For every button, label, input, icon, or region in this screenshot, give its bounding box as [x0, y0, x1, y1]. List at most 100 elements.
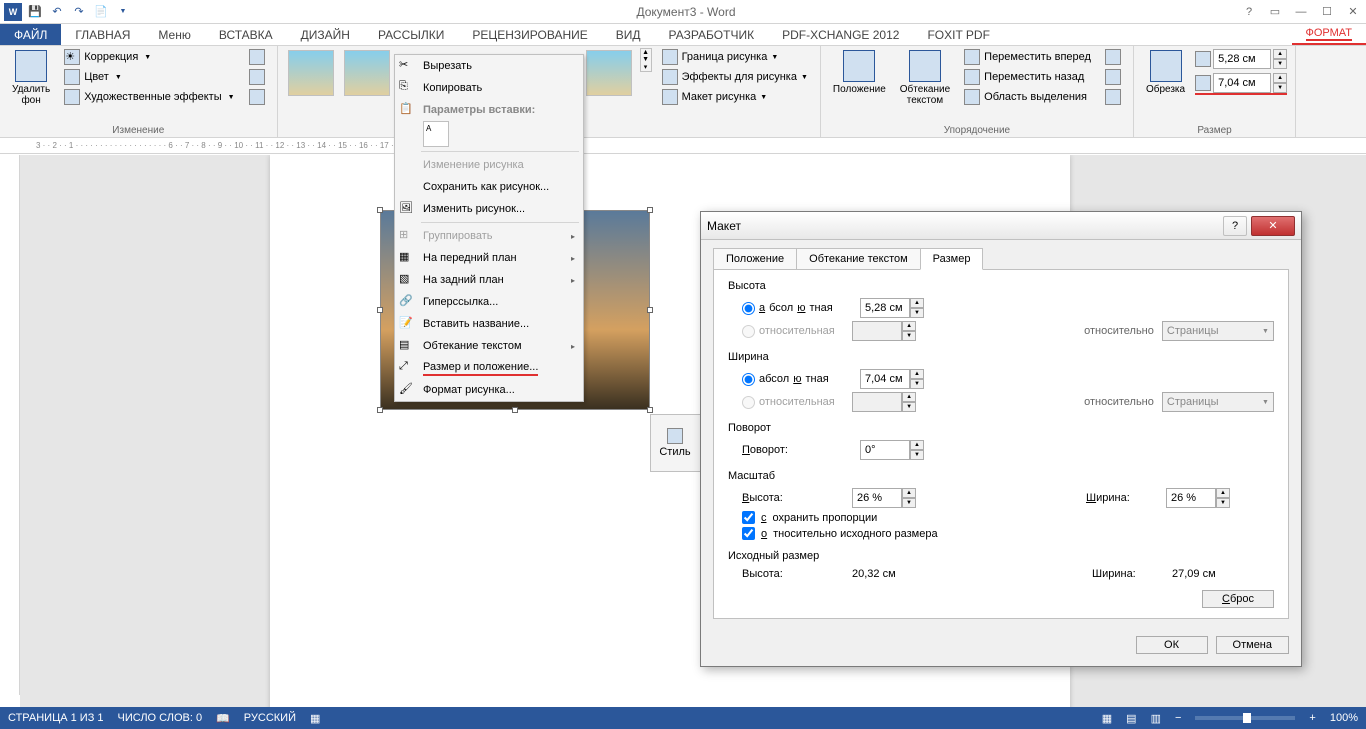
dlg-tab-position[interactable]: Положение	[713, 248, 797, 270]
compress-button[interactable]	[245, 48, 269, 66]
spin-up-icon[interactable]: ▲	[1273, 73, 1287, 83]
new-doc-icon[interactable]: 📄	[92, 3, 110, 21]
height-relative-radio[interactable]: относительная	[742, 325, 844, 338]
ctx-change-picture[interactable]: 🖼Изменить рисунок...	[395, 198, 583, 220]
ribbon-options-icon[interactable]: ▭	[1266, 3, 1284, 21]
width-absolute-radio[interactable]: абсолютная	[742, 373, 852, 386]
zoom-in-button[interactable]: +	[1309, 712, 1315, 724]
picture-layout-button[interactable]: Макет рисунка▼	[658, 88, 812, 106]
tab-review[interactable]: РЕЦЕНЗИРОВАНИЕ	[458, 24, 601, 45]
scale-h-input[interactable]	[852, 488, 902, 508]
zoom-level[interactable]: 100%	[1330, 712, 1358, 724]
status-page[interactable]: СТРАНИЦА 1 ИЗ 1	[8, 712, 104, 724]
dialog-help-button[interactable]: ?	[1223, 216, 1247, 236]
height-absolute-radio[interactable]: абсолютная	[742, 302, 852, 315]
scale-w-input[interactable]	[1166, 488, 1216, 508]
paste-option-1[interactable]: A	[423, 121, 449, 147]
tab-view[interactable]: ВИД	[602, 24, 655, 45]
reset-button[interactable]: Сброс	[1202, 590, 1274, 608]
picture-border-button[interactable]: Граница рисунка▼	[658, 48, 812, 66]
ctx-format-picture[interactable]: 🖌Формат рисунка...	[395, 379, 583, 401]
tab-home[interactable]: ГЛАВНАЯ	[61, 24, 144, 45]
color-button[interactable]: Цвет▼	[60, 68, 238, 86]
dlg-tab-size[interactable]: Размер	[920, 248, 984, 270]
rel-original-check[interactable]: относительно исходного размера	[742, 527, 1274, 540]
align-button[interactable]	[1101, 48, 1125, 66]
ctx-save-as-picture[interactable]: Сохранить как рисунок...	[395, 176, 583, 198]
position-button[interactable]: Положение	[829, 48, 890, 97]
tab-pdfx[interactable]: PDF-XChange 2012	[768, 24, 913, 45]
height-abs-input[interactable]	[860, 298, 910, 318]
width-abs-input[interactable]	[860, 369, 910, 389]
width-spinner[interactable]: ▲▼	[1195, 73, 1287, 95]
ctx-hyperlink[interactable]: 🔗Гиперссылка...	[395, 291, 583, 313]
view-web-icon[interactable]: ▥	[1151, 712, 1161, 725]
bring-forward-button[interactable]: Переместить вперед	[960, 48, 1095, 66]
status-lang[interactable]: РУССКИЙ	[244, 712, 296, 724]
group-button[interactable]	[1101, 68, 1125, 86]
spin-down-icon[interactable]: ▼	[1273, 59, 1287, 69]
height-spinner[interactable]: ▲▼	[1195, 49, 1287, 69]
tab-mailings[interactable]: РАССЫЛКИ	[364, 24, 458, 45]
selection-pane-button[interactable]: Область выделения	[960, 88, 1095, 106]
reset-pic-button[interactable]	[245, 88, 269, 106]
width-input[interactable]	[1213, 73, 1271, 93]
width-relative-radio[interactable]: относительная	[742, 396, 844, 409]
ctx-send-back[interactable]: ▧На задний план▸	[395, 269, 583, 291]
help-icon[interactable]: ?	[1240, 3, 1258, 21]
zoom-out-button[interactable]: −	[1175, 712, 1181, 724]
dialog-close-button[interactable]: ✕	[1251, 216, 1295, 236]
ctx-wrap-text[interactable]: ▤Обтекание текстом▸	[395, 335, 583, 357]
status-words[interactable]: ЧИСЛО СЛОВ: 0	[118, 712, 203, 724]
maximize-icon[interactable]: ☐	[1318, 3, 1336, 21]
ctx-insert-caption[interactable]: 📝Вставить название...	[395, 313, 583, 335]
redo-icon[interactable]: ↷	[70, 3, 88, 21]
minimize-icon[interactable]: —	[1292, 3, 1310, 21]
tab-insert[interactable]: ВСТАВКА	[205, 24, 287, 45]
ctx-bring-front[interactable]: ▦На передний план▸	[395, 247, 583, 269]
rotate-button[interactable]	[1101, 88, 1125, 106]
rotation-input[interactable]	[860, 440, 910, 460]
dialog-titlebar[interactable]: Макет ? ✕	[701, 212, 1301, 240]
dlg-tab-wrap[interactable]: Обтекание текстом	[796, 248, 921, 270]
corrections-button[interactable]: ☀Коррекция▼	[60, 48, 238, 66]
dialog-body: Высота абсолютная ▲▼ относительная ▲▼ от…	[713, 269, 1289, 619]
tab-format[interactable]: ФОРМАТ	[1292, 24, 1366, 45]
qat-dropdown-icon[interactable]: ▼	[114, 3, 132, 21]
spin-up-icon[interactable]: ▲	[1273, 49, 1287, 59]
view-read-icon[interactable]: ▤	[1126, 712, 1136, 725]
ok-button[interactable]: ОК	[1136, 636, 1208, 654]
spin-down-icon[interactable]: ▼	[1273, 83, 1287, 93]
artistic-effects-button[interactable]: Художественные эффекты▼	[60, 88, 238, 106]
tab-foxit[interactable]: Foxit PDF	[913, 24, 1003, 45]
zoom-slider[interactable]	[1195, 716, 1295, 720]
tab-design[interactable]: ДИЗАЙН	[287, 24, 364, 45]
picture-style-3[interactable]	[586, 50, 632, 96]
mini-style-button[interactable]: Стиль	[651, 415, 699, 471]
wrap-text-button[interactable]: Обтекание текстом	[896, 48, 954, 108]
undo-icon[interactable]: ↶	[48, 3, 66, 21]
tab-file[interactable]: ФАЙЛ	[0, 24, 61, 45]
save-icon[interactable]: 💾	[26, 3, 44, 21]
send-backward-button[interactable]: Переместить назад	[960, 68, 1095, 86]
picture-effects-button[interactable]: Эффекты для рисунка▼	[658, 68, 812, 86]
ctx-size-position[interactable]: ⤢Размер и положение...	[395, 357, 583, 379]
tab-menu[interactable]: Меню	[144, 24, 204, 45]
picture-style-1[interactable]	[288, 50, 334, 96]
remove-background-button[interactable]: Удалить фон	[8, 48, 54, 108]
crop-button[interactable]: Обрезка	[1142, 48, 1189, 97]
ctx-cut[interactable]: ✂Вырезать	[395, 55, 583, 77]
styles-gallery-more[interactable]: ▲▼▾	[640, 48, 652, 72]
change-pic-icon: 🖼	[399, 201, 415, 217]
view-print-icon[interactable]: ▦	[1102, 712, 1112, 725]
cancel-button[interactable]: Отмена	[1216, 636, 1289, 654]
lock-aspect-check[interactable]: сохранить пропорции	[742, 511, 1274, 524]
picture-style-2[interactable]	[344, 50, 390, 96]
status-proofing-icon[interactable]: 📖	[216, 712, 230, 725]
change-pic-button[interactable]	[245, 68, 269, 86]
ctx-copy[interactable]: ⎘Копировать	[395, 77, 583, 99]
status-macro-icon[interactable]: ▦	[310, 712, 320, 725]
close-icon[interactable]: ✕	[1344, 3, 1362, 21]
tab-developer[interactable]: РАЗРАБОТЧИК	[655, 24, 769, 45]
height-input[interactable]	[1213, 49, 1271, 69]
